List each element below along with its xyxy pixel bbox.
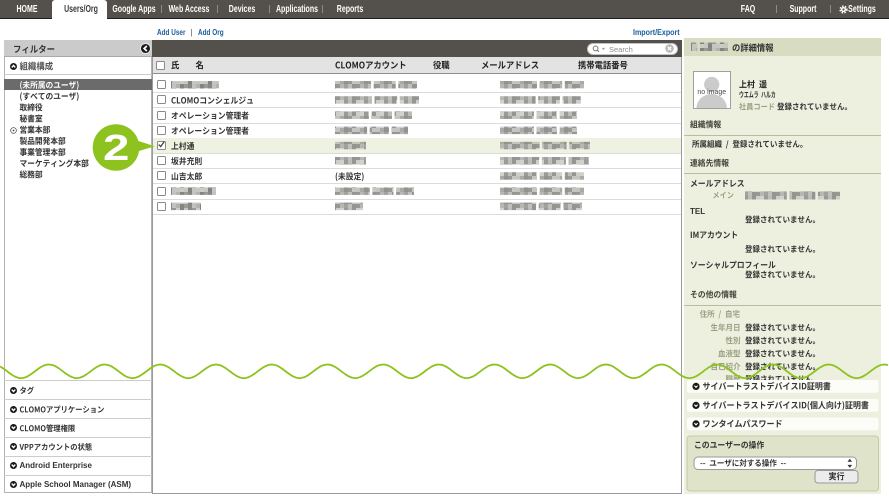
svg-text:2: 2 xyxy=(103,128,129,168)
